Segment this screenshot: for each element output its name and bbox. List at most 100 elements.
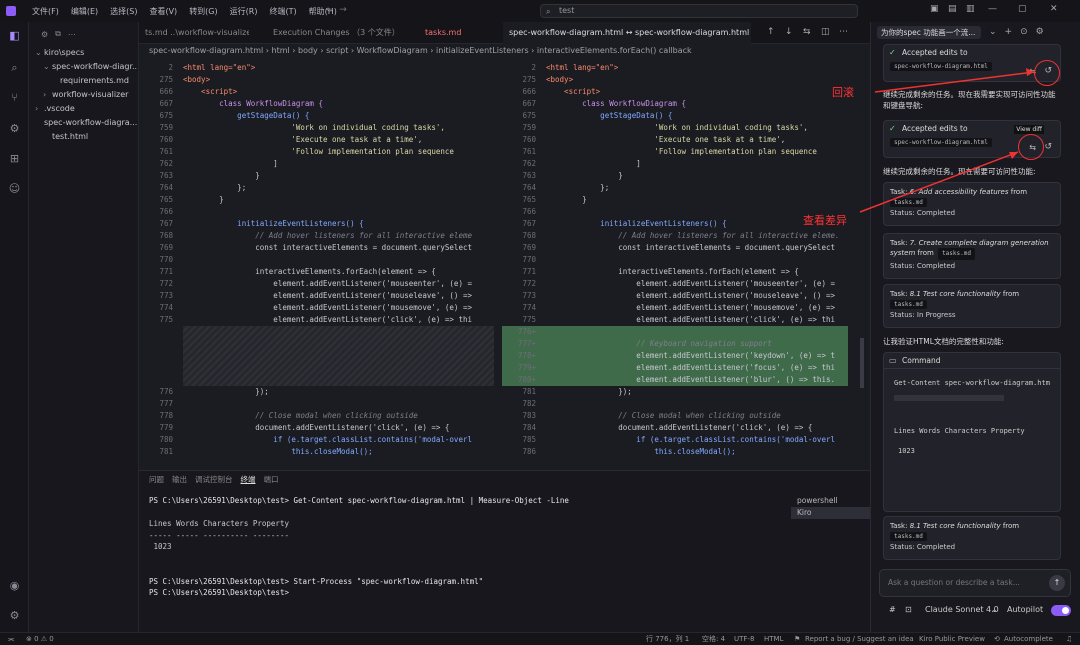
more-actions-icon[interactable]: ⋯ <box>839 27 848 37</box>
code-line[interactable]: 761 'Follow implementation plan sequence <box>139 146 494 158</box>
code-line[interactable]: 781 }); <box>502 386 848 398</box>
menu-item[interactable]: 终端(T) <box>263 6 302 17</box>
next-change-icon[interactable]: ↓ <box>785 27 793 37</box>
code-line[interactable]: 767 initializeEventListeners() { <box>502 218 848 230</box>
source-control-icon[interactable]: ⑂ <box>7 90 22 105</box>
code-line[interactable]: 666 <script> <box>502 86 848 98</box>
code-line[interactable]: 773 element.addEventListener('mouseleave… <box>139 290 494 302</box>
code-line[interactable]: 773 element.addEventListener('mouseleave… <box>502 290 848 302</box>
settings-gear-icon[interactable]: ⚙ <box>7 608 22 623</box>
panel-tab[interactable]: 调试控制台 <box>195 474 233 485</box>
panel-tab[interactable]: 问题 <box>149 474 164 485</box>
code-line[interactable]: 762 ] <box>139 158 494 170</box>
code-line[interactable]: 275 <body> <box>502 74 848 86</box>
code-line[interactable]: 768 // Add hover listeners for all inter… <box>139 230 494 242</box>
code-line[interactable]: 675 getStageData() { <box>139 110 494 122</box>
code-line[interactable]: 780+ element.addEventListener('blur', ()… <box>502 374 848 386</box>
code-line[interactable]: 666 <script> <box>139 86 494 98</box>
copy-icon[interactable]: ⧉ <box>55 29 61 39</box>
code-line[interactable]: 2 <html lang="en"> <box>502 62 848 74</box>
menu-item[interactable]: 转到(G) <box>183 6 223 17</box>
code-line[interactable]: 763 } <box>502 170 848 182</box>
search-input[interactable]: test <box>559 6 574 15</box>
code-line[interactable]: 275 <body> <box>139 74 494 86</box>
indentation[interactable]: 空格: 4 <box>702 633 725 645</box>
code-line[interactable]: 784 document.addEventListener('click', (… <box>502 422 848 434</box>
sidebar-icon[interactable]: ▥ <box>966 4 975 14</box>
code-line[interactable]: 667 class WorkflowDiagram { <box>502 98 848 110</box>
code-line[interactable]: 759 'Work on individual coding tasks', <box>502 122 848 134</box>
panel-tab[interactable]: 输出 <box>172 474 187 485</box>
minimize-icon[interactable]: — <box>988 4 997 14</box>
breadcrumb[interactable]: spec-workflow-diagram.html › html › body… <box>139 44 870 58</box>
file-chip[interactable]: spec-workflow-diagram.html <box>890 138 992 147</box>
context-hash-icon[interactable]: # <box>889 605 896 614</box>
code-line[interactable]: 778 // Close modal when clicking outside <box>139 410 494 422</box>
encoding[interactable]: UTF-8 <box>734 633 754 645</box>
code-line[interactable]: 774 element.addEventListener('mousemove'… <box>139 302 494 314</box>
code-line[interactable]: 778+ element.addEventListener('keydown',… <box>502 350 848 362</box>
code-line[interactable]: 675 getStageData() { <box>502 110 848 122</box>
chat-input[interactable]: Ask a question or describe a task... ↑ <box>879 569 1071 597</box>
code-line[interactable]: 772 element.addEventListener('mouseenter… <box>502 278 848 290</box>
autopilot-toggle[interactable] <box>1051 605 1071 616</box>
menu-item[interactable]: 运行(R) <box>224 6 264 17</box>
close-icon[interactable]: ✕ <box>1050 4 1058 14</box>
file-chip[interactable]: tasks.md <box>890 532 927 541</box>
code-line[interactable]: 781 this.closeModal(); <box>139 446 494 458</box>
remote-icon[interactable]: ⫘ <box>8 633 14 645</box>
file-chip[interactable]: tasks.md <box>890 300 927 309</box>
code-line[interactable]: 779+ element.addEventListener('focus', (… <box>502 362 848 374</box>
tab-tasks-md[interactable]: tasks.md <box>419 22 499 44</box>
send-arrow-icon[interactable]: ↑ <box>1049 575 1065 591</box>
history-icon[interactable]: ⊙ <box>1020 27 1028 37</box>
code-line[interactable]: 765 } <box>139 194 494 206</box>
tab-execution-changes[interactable]: Execution Changes （3 个文件） <box>267 22 415 44</box>
code-line[interactable]: 762 ] <box>502 158 848 170</box>
chevron-down-icon[interactable]: ⌄ <box>991 605 998 614</box>
panel-tab[interactable]: 端口 <box>264 474 279 485</box>
language-mode[interactable]: HTML <box>764 633 783 645</box>
code-line[interactable]: 760 'Execute one task at a time', <box>502 134 848 146</box>
panel-tab[interactable]: 终端 <box>241 474 256 485</box>
settings-icon[interactable]: ⚙ <box>41 30 48 39</box>
tab-diff-view[interactable]: spec-workflow-diagram.html ↔ spec-workfl… <box>503 22 751 44</box>
code-line[interactable]: 782 <box>502 398 848 410</box>
code-line[interactable]: 772 element.addEventListener('mouseenter… <box>139 278 494 290</box>
search-icon[interactable]: ⌕ <box>7 60 22 75</box>
original-pane[interactable]: 2 <html lang="en"> 275 <body> 666 <script> 66… <box>139 62 494 470</box>
code-line[interactable]: 776 }); <box>139 386 494 398</box>
file-chip[interactable]: spec-workflow-diagram.html <box>890 62 992 71</box>
code-line[interactable]: 667 class WorkflowDiagram { <box>139 98 494 110</box>
code-line[interactable]: 761 'Follow implementation plan sequence <box>502 146 848 158</box>
chevron-down-icon[interactable]: ⌄ <box>989 27 997 37</box>
terminal-instance[interactable]: powershell <box>791 495 870 507</box>
code-line[interactable]: 765 } <box>502 194 848 206</box>
code-line[interactable]: 769 const interactiveElements = document… <box>139 242 494 254</box>
menu-item[interactable]: 选择(S) <box>104 6 143 17</box>
task-card[interactable]: Task: 6. Add accessibility features from… <box>883 182 1061 226</box>
code-line[interactable]: 771 interactiveElements.forEach(element … <box>139 266 494 278</box>
extensions-icon[interactable]: ⊞ <box>7 151 22 166</box>
code-line[interactable]: 768 // Add hover listeners for all inter… <box>502 230 848 242</box>
code-line[interactable]: 2 <html lang="en"> <box>139 62 494 74</box>
code-line[interactable]: 770 <box>502 254 848 266</box>
code-line[interactable]: 764 }; <box>139 182 494 194</box>
tree-item[interactable]: test.html <box>29 130 138 144</box>
menu-item[interactable]: 编辑(E) <box>65 6 104 17</box>
tree-item[interactable]: › .vscode <box>29 102 138 116</box>
task-card[interactable]: Task: 7. Create complete diagram generat… <box>883 233 1061 279</box>
task-card[interactable]: Task: 8.1 Test core functionality from t… <box>883 284 1061 328</box>
menu-item[interactable]: 文件(F) <box>26 6 65 17</box>
code-line[interactable]: 775 element.addEventListener('click', (e… <box>139 314 494 326</box>
scrollbar-thumb[interactable] <box>860 338 864 388</box>
code-line[interactable]: 774 element.addEventListener('mousemove'… <box>502 302 848 314</box>
report-bug-link[interactable]: Report a bug / Suggest an idea <box>805 633 914 645</box>
modified-pane[interactable]: 2 <html lang="en"> 275 <body> 666 <script> 66… <box>502 62 848 470</box>
task-card[interactable]: Task: 8.1 Test core functionality from t… <box>883 516 1061 560</box>
split-editor-icon[interactable]: ◫ <box>821 27 830 37</box>
code-line[interactable]: 763 } <box>139 170 494 182</box>
code-line[interactable]: 777 <box>139 398 494 410</box>
tree-item[interactable]: ⌄ kiro\specs <box>29 46 138 60</box>
file-chip[interactable]: tasks.md <box>890 198 927 207</box>
